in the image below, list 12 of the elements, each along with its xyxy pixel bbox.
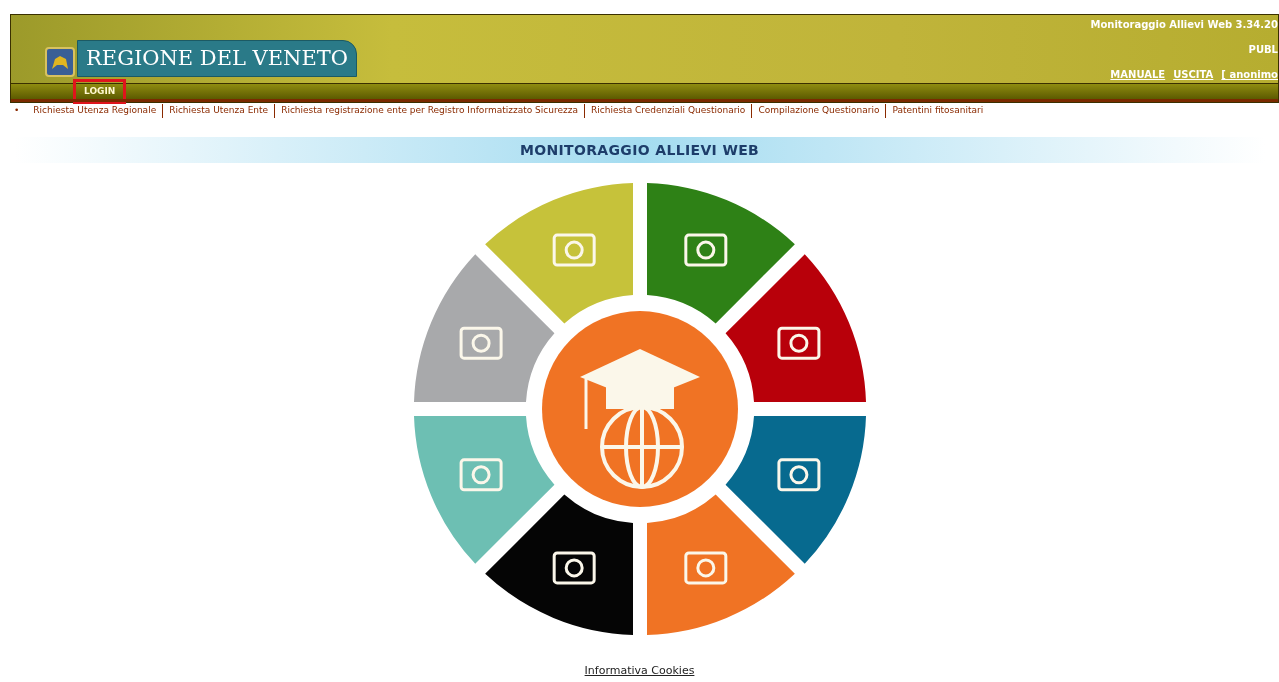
- nav-link[interactable]: Richiesta registrazione ente per Registro Informatizzato Sicurezza: [274, 104, 584, 118]
- bullet: •: [14, 104, 20, 118]
- nav-link[interactable]: Patentini fitosanitari: [885, 104, 990, 118]
- nav-link[interactable]: Richiesta Utenza Regionale: [27, 104, 163, 118]
- nav-link[interactable]: Compilazione Questionario: [751, 104, 886, 118]
- profile-label: PUBL: [1248, 43, 1278, 57]
- brand-logo: REGIONE DEL VENETO: [77, 39, 358, 77]
- page-title: MONITORAGGIO ALLIEVI WEB: [519, 140, 760, 160]
- nav-link[interactable]: Richiesta Credenziali Questionario: [583, 104, 752, 118]
- app-version: Monitoraggio Allievi Web 3.34.20: [1090, 18, 1278, 32]
- nav-link[interactable]: Richiesta Utenza Ente: [162, 104, 275, 118]
- cookies-link[interactable]: Informativa Cookies: [584, 663, 695, 680]
